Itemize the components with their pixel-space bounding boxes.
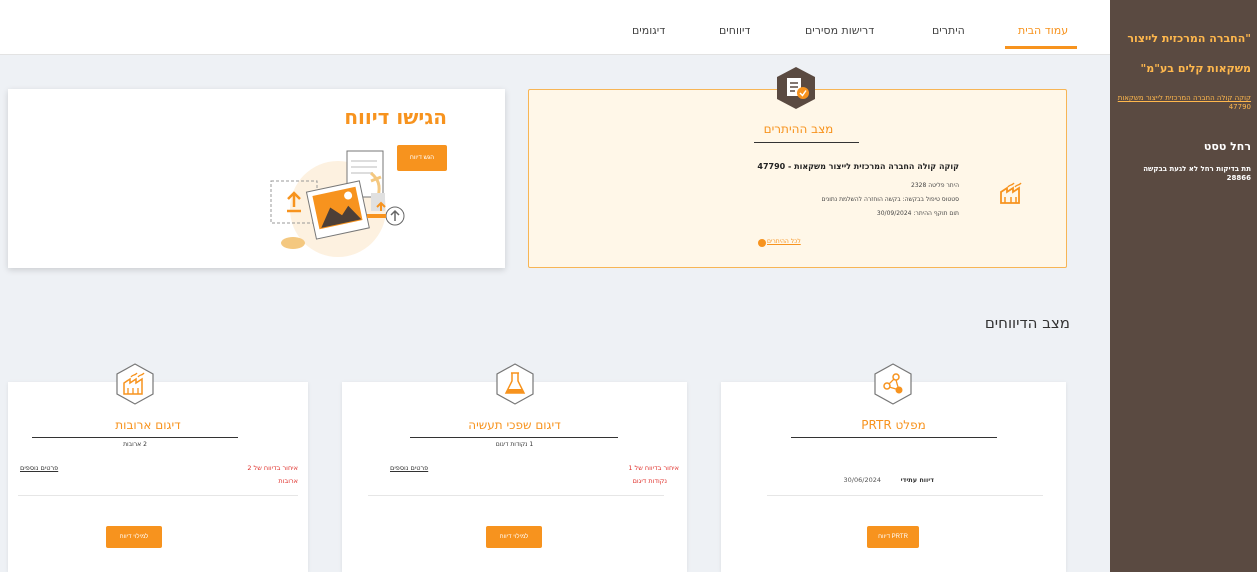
- sidebar: "החברה המרכזית לייצור משקאות קלים בע"מ" …: [1110, 0, 1257, 572]
- chimney-factory-icon: [116, 363, 154, 405]
- wastewater-fill-report-button[interactable]: למילוי דיווח: [486, 526, 542, 548]
- reports-status-heading: מצב הדיווחים: [984, 314, 1070, 332]
- prtr-card-title: מפלט PRTR: [861, 418, 926, 432]
- permit-number: היתר פליטה 2328: [911, 182, 959, 189]
- nav-regulator-requests[interactable]: דרישות מסירים: [805, 24, 874, 37]
- permit-expiry: תום תוקף ההיתר: 30/09/2024: [876, 210, 959, 217]
- upload-illustration-icon: [270, 150, 405, 257]
- chimney-details-link[interactable]: פרטים נוספים: [20, 464, 58, 472]
- main-area: עמוד הבית היתרים דרישות מסירים דיווחים ד…: [0, 0, 1110, 572]
- submit-report-title: הגישו דיווח: [344, 105, 447, 129]
- chimney-delay-warning: איחור בדיווח של 2: [247, 464, 298, 472]
- future-report-label: דיווח עתידי: [900, 476, 934, 484]
- nav-home[interactable]: עמוד הבית: [1018, 24, 1068, 37]
- card-separator: [18, 495, 298, 496]
- future-report-date: 30/06/2024: [843, 476, 881, 484]
- user-note-id: 28866: [1226, 174, 1251, 182]
- wastewater-delay-warning-unit: נקודות דיגום: [632, 477, 667, 485]
- wastewater-sampling-card: דיגום שפכי תעשיה 1 נקודות דיגום איחור בד…: [342, 382, 687, 572]
- card-divider: [791, 437, 997, 438]
- nav-active-indicator: [1005, 46, 1077, 49]
- permit-company-name: קוקה קולה החברה המרכזית לייצור משקאות - …: [757, 162, 959, 171]
- molecule-icon: [874, 363, 912, 405]
- all-permits-link[interactable]: לכל ההיתרים: [767, 238, 801, 245]
- chimney-fill-report-button[interactable]: למילוי דיווח: [106, 526, 162, 548]
- nav-reports[interactable]: דיווחים: [719, 24, 750, 37]
- permits-status-card: מצב ההיתרים קוקה קולה החברה המרכזית לייצ…: [528, 89, 1067, 268]
- company-link[interactable]: קוקה קולה החברה המרכזית לייצור משקאות: [1114, 94, 1251, 103]
- company-title: "החברה המרכזית לייצור משקאות קלים בע"מ": [1127, 32, 1251, 75]
- chimney-count: 2 ארובות: [123, 441, 147, 448]
- card-separator: [368, 495, 664, 496]
- flask-icon: [496, 363, 534, 405]
- user-note: תת בדיקות רחל לא לגעת בבקשה: [1143, 165, 1251, 173]
- company-id: 47790: [1228, 103, 1251, 111]
- chimney-delay-warning-unit: ארובות: [278, 477, 298, 485]
- submit-report-card: הגישו דיווח הגש דיווח: [8, 89, 505, 268]
- chimney-card-title: דיגום ארובות: [115, 418, 181, 432]
- wastewater-details-link[interactable]: פרטים נוספים: [390, 464, 428, 472]
- wastewater-card-title: דיגום שפכי תעשיה: [468, 418, 561, 432]
- permit-badge-icon: [777, 67, 815, 109]
- nav-samples[interactable]: דיגומים: [632, 24, 665, 37]
- card-divider: [410, 437, 618, 438]
- chimney-sampling-card: דיגום ארובות 2 ארובות איחור בדיווח של 2 …: [8, 382, 308, 572]
- wastewater-delay-warning: איחור בדיווח של 1: [628, 464, 679, 472]
- card-separator: [767, 495, 1043, 496]
- prtr-card: מפלט PRTR דיווח עתידי 30/06/2024 דיווח P…: [721, 382, 1066, 572]
- permit-request-status: סטטוס טיפול בבקשה: בקשה הוחזרה להשלמת נת…: [821, 196, 959, 203]
- card-divider: [32, 437, 238, 438]
- wastewater-points-count: 1 נקודות דיגום: [495, 441, 534, 448]
- factory-icon: [1000, 182, 1022, 204]
- nav-permits[interactable]: היתרים: [932, 24, 965, 37]
- permits-title-divider: [754, 142, 859, 143]
- prtr-report-button[interactable]: דיווח PRTR: [867, 526, 919, 548]
- user-name: רחל טסט: [1203, 140, 1251, 153]
- arrow-circle-icon: [758, 239, 766, 247]
- permits-status-title: מצב ההיתרים: [763, 122, 834, 136]
- top-navigation: עמוד הבית היתרים דרישות מסירים דיווחים ד…: [0, 0, 1110, 55]
